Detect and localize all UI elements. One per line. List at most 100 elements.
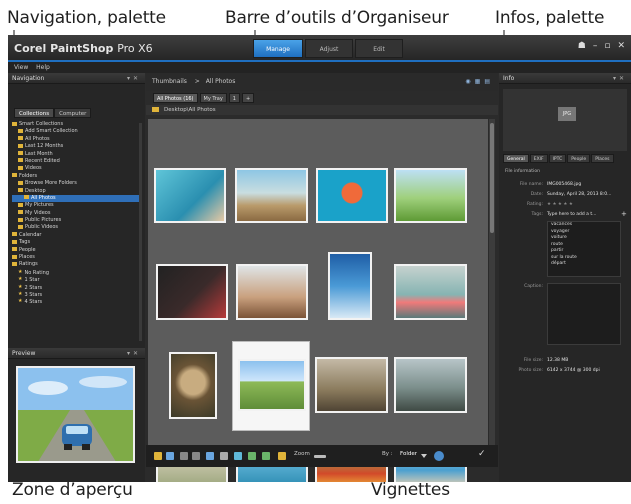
info-header: Info ▾✕	[499, 73, 631, 84]
rating-stars[interactable]: ★ ★ ★ ★ ★	[547, 201, 573, 208]
navigation-title: Navigation	[12, 75, 45, 82]
tree-item[interactable]: Desktop	[12, 188, 140, 195]
thumbnail-scrollbar[interactable]	[489, 119, 495, 445]
tab-places[interactable]: Places	[591, 154, 614, 163]
chevron-down-icon[interactable]	[421, 454, 427, 458]
thumbnail[interactable]	[316, 168, 388, 223]
thumbnail[interactable]	[154, 168, 226, 223]
panel-controls-icon[interactable]: ▾✕	[127, 348, 141, 359]
tab-computer[interactable]: Computer	[54, 108, 92, 118]
tree-item[interactable]: Recent Edited	[12, 158, 140, 165]
tree-item[interactable]: Last 12 Months	[12, 143, 140, 150]
checkmark-icon[interactable]: ✓	[478, 449, 486, 459]
close-icon[interactable]: ✕	[617, 41, 625, 51]
globe-icon[interactable]	[434, 451, 444, 461]
menu-bar: View Help	[8, 62, 631, 73]
thumbnail[interactable]	[394, 264, 467, 320]
panel-controls-icon[interactable]: ▾✕	[613, 73, 627, 84]
tag-list[interactable]: vacances voyager voiture route partir sur la …	[547, 221, 621, 277]
scroll-thumb[interactable]	[490, 123, 494, 233]
zoom-slider-icon[interactable]	[314, 455, 326, 458]
tree-item[interactable]: All Photos	[12, 136, 140, 143]
tree-item[interactable]: Videos	[12, 165, 140, 172]
navigation-scrollbar[interactable]	[139, 123, 142, 341]
tree-item[interactable]: ★ 1 Star	[12, 276, 140, 283]
tree-item-label: Add Smart Collection	[25, 128, 78, 135]
info-value[interactable]: Sunday, April 28, 2013 8:0...	[547, 191, 611, 198]
navigation-palette: Navigation ▾✕ Collections Computer Smart…	[8, 73, 145, 348]
tree-item[interactable]: Places	[12, 254, 140, 261]
thumbnail[interactable]	[328, 252, 372, 320]
print-icon[interactable]	[220, 452, 228, 460]
tree-item[interactable]: Calendar	[12, 232, 140, 239]
info-label: Date:	[530, 192, 543, 197]
find-icon[interactable]	[262, 452, 270, 460]
tag-item[interactable]: départ	[548, 261, 620, 268]
tab-collections[interactable]: Collections	[14, 108, 55, 118]
panel-controls-icon[interactable]: ▾✕	[127, 73, 141, 84]
caption-field[interactable]	[547, 283, 621, 345]
tree-item[interactable]: ★ 4 Stars	[12, 298, 140, 305]
tree-item[interactable]: People	[12, 247, 140, 254]
tree-item[interactable]: All Photos	[12, 194, 140, 203]
tree-item[interactable]: My Pictures	[12, 202, 140, 209]
tree-item[interactable]: Browse More Folders	[12, 180, 140, 187]
rotate-right-icon[interactable]	[192, 452, 200, 460]
tree-item[interactable]: ★ No Rating	[12, 269, 140, 276]
tab-people[interactable]: People	[567, 154, 591, 163]
tree-item[interactable]: ★ 2 Stars	[12, 284, 140, 291]
tree-item-label: Ratings	[19, 261, 38, 268]
tab-adjust[interactable]: Adjust	[305, 39, 353, 58]
tab-manage[interactable]: Manage	[253, 39, 303, 58]
folder-icon	[18, 136, 23, 141]
minimize-icon[interactable]: –	[593, 41, 598, 51]
restore-icon[interactable]: ▫	[604, 41, 610, 51]
thumbnail[interactable]	[235, 168, 308, 223]
person-icon[interactable]	[248, 452, 256, 460]
tree-item[interactable]: Folders	[12, 173, 140, 180]
folder-icon	[12, 173, 17, 178]
tree-item[interactable]: Add Smart Collection	[12, 128, 140, 135]
folder-icon	[18, 151, 23, 156]
add-tag-icon[interactable]: +	[621, 210, 627, 218]
info-value[interactable]: IMG005468.jpg	[547, 181, 581, 188]
share-icon[interactable]	[206, 452, 214, 460]
tree-item[interactable]: ★ 3 Stars	[12, 291, 140, 298]
tree-item[interactable]: Last Month	[12, 151, 140, 158]
menu-view[interactable]: View	[14, 64, 28, 71]
thumbnail[interactable]	[156, 264, 228, 320]
tab-edit[interactable]: Edit	[355, 39, 403, 58]
tab-exif[interactable]: EXIF	[529, 154, 548, 163]
slideshow-icon[interactable]	[278, 452, 286, 460]
tree-item[interactable]: Smart Collections	[12, 121, 140, 128]
tree-item[interactable]: Public Pictures	[12, 217, 140, 224]
thumbnail[interactable]	[236, 264, 308, 320]
rotate-left-icon[interactable]	[180, 452, 188, 460]
sort-dropdown[interactable]: Folder	[400, 451, 417, 457]
tree-item[interactable]: Public Videos	[12, 224, 140, 231]
tab-iptc[interactable]: IPTC	[548, 154, 567, 163]
tree-item[interactable]: Tags	[12, 239, 140, 246]
add-tray-button[interactable]: +	[241, 93, 255, 103]
thumbnail-size-icon[interactable]	[166, 452, 174, 460]
tag-input[interactable]: Type here to add a t...	[547, 211, 596, 218]
tab-general[interactable]: General	[503, 154, 529, 163]
filter-all-photos[interactable]: All Photos (16)	[153, 93, 198, 103]
menu-help[interactable]: Help	[36, 64, 50, 71]
filter-my-tray[interactable]: My Tray	[199, 93, 227, 103]
thumbnail[interactable]	[315, 357, 388, 413]
tree-item[interactable]: Ratings	[12, 261, 140, 268]
tree-item[interactable]: My Videos	[12, 210, 140, 217]
user-icon[interactable]: ☗	[578, 41, 586, 51]
thumbnail[interactable]	[169, 352, 217, 419]
filter-tray-1[interactable]: 1	[228, 93, 240, 103]
thumbnail[interactable]	[238, 359, 306, 411]
breadcrumb-current[interactable]: All Photos	[206, 78, 236, 85]
tray-icon[interactable]	[154, 452, 162, 460]
tree-item-label: My Pictures	[25, 202, 54, 209]
view-mode-icons[interactable]: ◉▦▤	[465, 73, 494, 91]
thumbnail[interactable]	[394, 168, 467, 223]
map-icon[interactable]	[234, 452, 242, 460]
thumbnail[interactable]	[394, 357, 467, 413]
organizer-title: Thumbnails	[152, 78, 187, 85]
